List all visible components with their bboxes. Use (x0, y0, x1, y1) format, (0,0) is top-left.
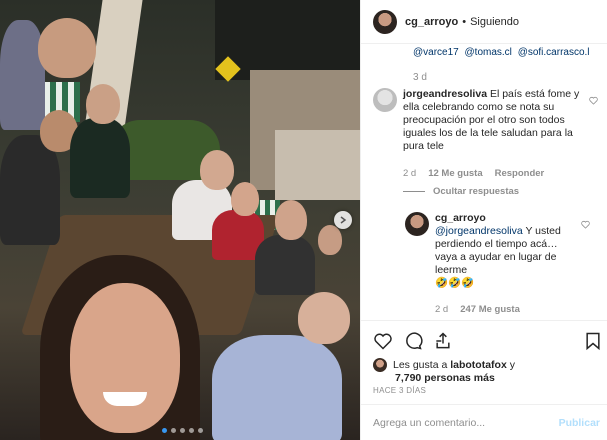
comment-meta: 2 d 12 Me gusta Responder (403, 168, 544, 179)
heart-icon[interactable] (589, 96, 598, 105)
carousel-dot (180, 428, 185, 433)
post-header: cg_arroyo • Siguiendo (361, 0, 607, 44)
reply-button[interactable]: Responder (495, 168, 545, 179)
photo-face (200, 150, 234, 190)
likes-others-count[interactable]: 7,790 personas más (395, 372, 495, 384)
reply-meta: 2 d 247 Me gusta (435, 304, 520, 315)
mention-link[interactable]: @jorgeandresoliva (435, 225, 523, 237)
avatar[interactable] (373, 88, 397, 112)
heart-icon[interactable] (581, 220, 590, 229)
action-bar (361, 320, 607, 360)
likes-prefix: Les gusta a (393, 358, 448, 371)
add-comment-bar: Agrega un comentario... Publicar (361, 404, 607, 440)
mention-link[interactable]: @tomas.cl (465, 47, 512, 58)
photo-face (318, 225, 342, 255)
mentions-line: @varce17 @tomas.cl @sofi.carrasco.l (413, 47, 593, 58)
hide-replies-button[interactable]: Ocultar respuestas (403, 186, 519, 197)
comment-likes-count[interactable]: 12 Me gusta (428, 168, 482, 179)
carousel-indicator (162, 428, 203, 433)
avatar[interactable] (405, 212, 429, 236)
mention-link[interactable]: @varce17 (413, 47, 459, 58)
photo-face (38, 18, 96, 78)
reply-likes-count[interactable]: 247 Me gusta (460, 304, 520, 315)
photo-person (0, 20, 45, 130)
chevron-right-icon (340, 216, 347, 224)
heart-icon[interactable] (373, 331, 393, 351)
photo-person (255, 235, 315, 295)
share-icon[interactable] (433, 331, 453, 351)
post-timestamp[interactable]: HACE 3 DÍAS (373, 386, 426, 395)
avatar[interactable] (373, 9, 397, 34)
reply-age: 2 d (435, 304, 449, 315)
comment-icon[interactable] (403, 331, 423, 351)
post-photo[interactable] (0, 0, 360, 440)
reply-body: cg_arroyo @jorgeandresoliva Y usted perd… (435, 212, 575, 290)
comment-body: jorgeandresoliva El país está fome y ell… (403, 88, 581, 153)
mention-link[interactable]: @sofi.carrasco.l (518, 47, 590, 58)
comments-list[interactable]: @varce17 @tomas.cl @sofi.carrasco.l 3 d … (361, 44, 607, 320)
photo-person (70, 118, 130, 198)
photo-person (212, 335, 342, 440)
author-username[interactable]: cg_arroyo (405, 16, 458, 28)
bookmark-icon[interactable] (583, 331, 603, 351)
photo-face (275, 200, 307, 240)
following-button[interactable]: Siguiendo (470, 16, 519, 28)
carousel-dot (189, 428, 194, 433)
mentions-age: 3 d (413, 72, 427, 83)
photo-selfie-face (70, 283, 180, 433)
likes-summary: Les gusta a labototafox y 7,790 personas… (373, 358, 593, 385)
comment-username[interactable]: jorgeandresoliva (403, 88, 487, 100)
post-side-panel: cg_arroyo • Siguiendo @varce17 @tomas.cl… (360, 0, 607, 440)
reply-username[interactable]: cg_arroyo (435, 212, 486, 224)
separator-dot: • (462, 15, 467, 28)
photo-person (0, 135, 60, 245)
comment-input[interactable]: Agrega un comentario... (373, 417, 485, 429)
photo-shed-front (275, 130, 360, 200)
liker-username[interactable]: labototafox (450, 359, 507, 371)
carousel-dot (171, 428, 176, 433)
carousel-dot (162, 428, 167, 433)
comment-age: 2 d (403, 168, 417, 179)
carousel-dot (198, 428, 203, 433)
avatar[interactable] (373, 358, 387, 372)
photo-face (231, 182, 259, 216)
photo-face (298, 292, 350, 344)
likes-middle: y (506, 358, 515, 371)
publish-button[interactable]: Publicar (559, 417, 600, 429)
photo-face (86, 84, 120, 124)
reply-emojis: 🤣🤣🤣 (435, 277, 475, 289)
next-slide-button[interactable] (334, 211, 352, 229)
